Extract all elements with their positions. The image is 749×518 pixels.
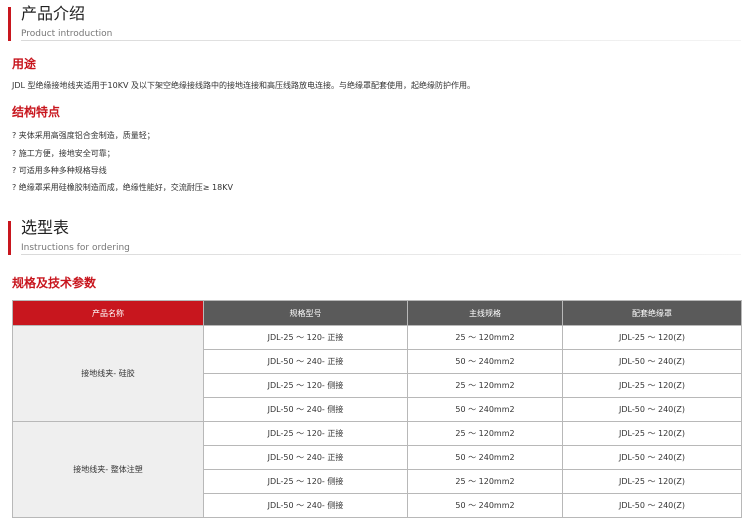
cover-cell: JDL-50 ～ 240(Z) xyxy=(562,349,742,374)
cover-cell: JDL-50 ～ 240(Z) xyxy=(562,445,742,470)
cover-cell: JDL-25 ～ 120(Z) xyxy=(562,469,742,494)
usage-heading: 用途 xyxy=(12,57,37,71)
main-line-cell: 50 ～ 240mm2 xyxy=(407,445,563,470)
section-accent-bar xyxy=(8,221,11,255)
table-row: 接地线夹- 整体注塑 JDL-25 ～ 120- 正接 25 ～ 120mm2 … xyxy=(12,421,742,518)
table-row: 接地线夹- 硅胶 JDL-25 ～ 120- 正接 25 ～ 120mm2 JD… xyxy=(12,325,742,422)
feature-item: ? 夹体采用高强度铝合金制造，质量轻； xyxy=(12,131,155,140)
intro-section-header: 产品介绍 Product introduction xyxy=(8,4,741,41)
product-group-name: 接地线夹- 硅胶 xyxy=(12,325,204,422)
cover-cell: JDL-25 ～ 120(Z) xyxy=(562,325,742,350)
ordering-title: 选型表 xyxy=(21,218,70,237)
section-divider xyxy=(21,40,741,41)
spec-table-header-row: 产品名称 规格型号 主线规格 配套绝缘罩 xyxy=(12,300,742,326)
ordering-subtitle: Instructions for ordering xyxy=(21,243,130,253)
feature-item: ? 绝缘罩采用硅橡胶制造而成，绝缘性能好，交流耐压≥ 18KV xyxy=(12,183,233,192)
cover-cell: JDL-50 ～ 240(Z) xyxy=(562,493,742,518)
section-accent-bar xyxy=(8,7,11,41)
model-cell: JDL-50 ～ 240- 侧接 xyxy=(203,397,408,422)
section-divider xyxy=(21,254,741,255)
ordering-section-header: 选型表 Instructions for ordering xyxy=(8,218,741,255)
cover-cell: JDL-25 ～ 120(Z) xyxy=(562,421,742,446)
usage-text: JDL 型绝缘接地线夹适用于10KV 及以下架空绝缘接线路中的接地连接和高压线路… xyxy=(12,81,475,90)
model-cell: JDL-25 ～ 120- 侧接 xyxy=(203,373,408,398)
feature-item: ? 施工方便，接地安全可靠； xyxy=(12,149,115,158)
model-cell: JDL-25 ～ 120- 正接 xyxy=(203,325,408,350)
features-heading: 结构特点 xyxy=(12,105,61,119)
main-line-cell: 50 ～ 240mm2 xyxy=(407,493,563,518)
column-header-model: 规格型号 xyxy=(203,300,408,326)
model-cell: JDL-50 ～ 240- 侧接 xyxy=(203,493,408,518)
feature-item: ? 可适用多种多种规格导线 xyxy=(12,166,107,175)
main-line-cell: 50 ～ 240mm2 xyxy=(407,349,563,374)
product-group-name: 接地线夹- 整体注塑 xyxy=(12,421,204,518)
main-line-cell: 50 ～ 240mm2 xyxy=(407,397,563,422)
model-cell: JDL-50 ～ 240- 正接 xyxy=(203,445,408,470)
main-line-cell: 25 ～ 120mm2 xyxy=(407,421,563,446)
model-cell: JDL-25 ～ 120- 侧接 xyxy=(203,469,408,494)
spec-heading: 规格及技术参数 xyxy=(12,276,97,290)
column-header-product-name: 产品名称 xyxy=(12,300,204,326)
column-header-main-line: 主线规格 xyxy=(407,300,563,326)
model-cell: JDL-25 ～ 120- 正接 xyxy=(203,421,408,446)
spec-table: 产品名称 规格型号 主线规格 配套绝缘罩 接地线夹- 硅胶 JDL-25 ～ 1… xyxy=(12,300,742,518)
cover-cell: JDL-50 ～ 240(Z) xyxy=(562,397,742,422)
column-header-insulation-cover: 配套绝缘罩 xyxy=(562,300,742,326)
main-line-cell: 25 ～ 120mm2 xyxy=(407,373,563,398)
model-cell: JDL-50 ～ 240- 正接 xyxy=(203,349,408,374)
main-line-cell: 25 ～ 120mm2 xyxy=(407,325,563,350)
main-line-cell: 25 ～ 120mm2 xyxy=(407,469,563,494)
cover-cell: JDL-25 ～ 120(Z) xyxy=(562,373,742,398)
intro-subtitle: Product introduction xyxy=(21,29,113,39)
intro-title: 产品介绍 xyxy=(21,4,86,23)
